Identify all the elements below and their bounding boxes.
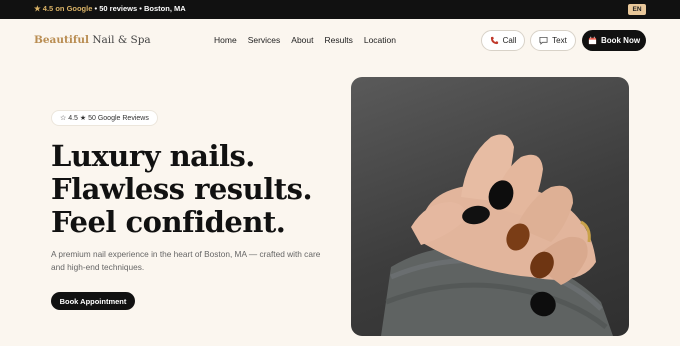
phone-icon: [490, 36, 498, 45]
separator: •: [139, 4, 142, 13]
top-info-bar: ★ 4.5 on Google • 50 reviews • Boston, M…: [0, 0, 680, 19]
book-appointment-button[interactable]: Book Appointment: [51, 292, 135, 310]
topbar-location: Boston, MA: [144, 4, 186, 13]
calendar-icon: [588, 36, 597, 45]
google-reviews-badge: ☆ 4.5 ★ 50 Google Reviews: [51, 110, 158, 126]
book-now-label: Book Now: [600, 36, 641, 45]
book-now-button[interactable]: Book Now: [582, 30, 646, 51]
text-button[interactable]: Text: [530, 30, 576, 51]
language-switch[interactable]: EN: [628, 4, 646, 15]
separator: •: [94, 4, 98, 13]
hero-description: A premium nail experience in the heart o…: [51, 249, 321, 272]
message-icon: [539, 36, 548, 45]
call-label: Call: [502, 36, 517, 45]
main-nav: Home Services About Results Location: [214, 35, 396, 45]
topbar-info: ★ 4.5 on Google • 50 reviews • Boston, M…: [34, 4, 186, 13]
brand-logo[interactable]: Beautiful Nail & Spa: [34, 34, 151, 46]
nav-results[interactable]: Results: [325, 35, 353, 45]
hero-nail-photo: [351, 77, 629, 336]
nav-home[interactable]: Home: [214, 35, 237, 45]
call-button[interactable]: Call: [481, 30, 525, 51]
review-count: 50 reviews: [99, 4, 138, 13]
headline-line: Luxury nails.: [51, 139, 255, 173]
headline-line: Flawless results.: [51, 172, 313, 206]
headline-line: Feel confident.: [51, 205, 286, 239]
brand-accent: Beautiful: [34, 34, 89, 46]
nav-location[interactable]: Location: [364, 35, 396, 45]
google-rating: ★ 4.5 on Google: [34, 4, 93, 13]
hero-headline: Luxury nails. Flawless results. Feel con…: [51, 139, 313, 239]
text-label: Text: [552, 36, 567, 45]
manicured-hand-illustration: [381, 134, 613, 336]
nav-about[interactable]: About: [291, 35, 313, 45]
nav-services[interactable]: Services: [248, 35, 281, 45]
brand-rest: Nail & Spa: [92, 34, 151, 46]
